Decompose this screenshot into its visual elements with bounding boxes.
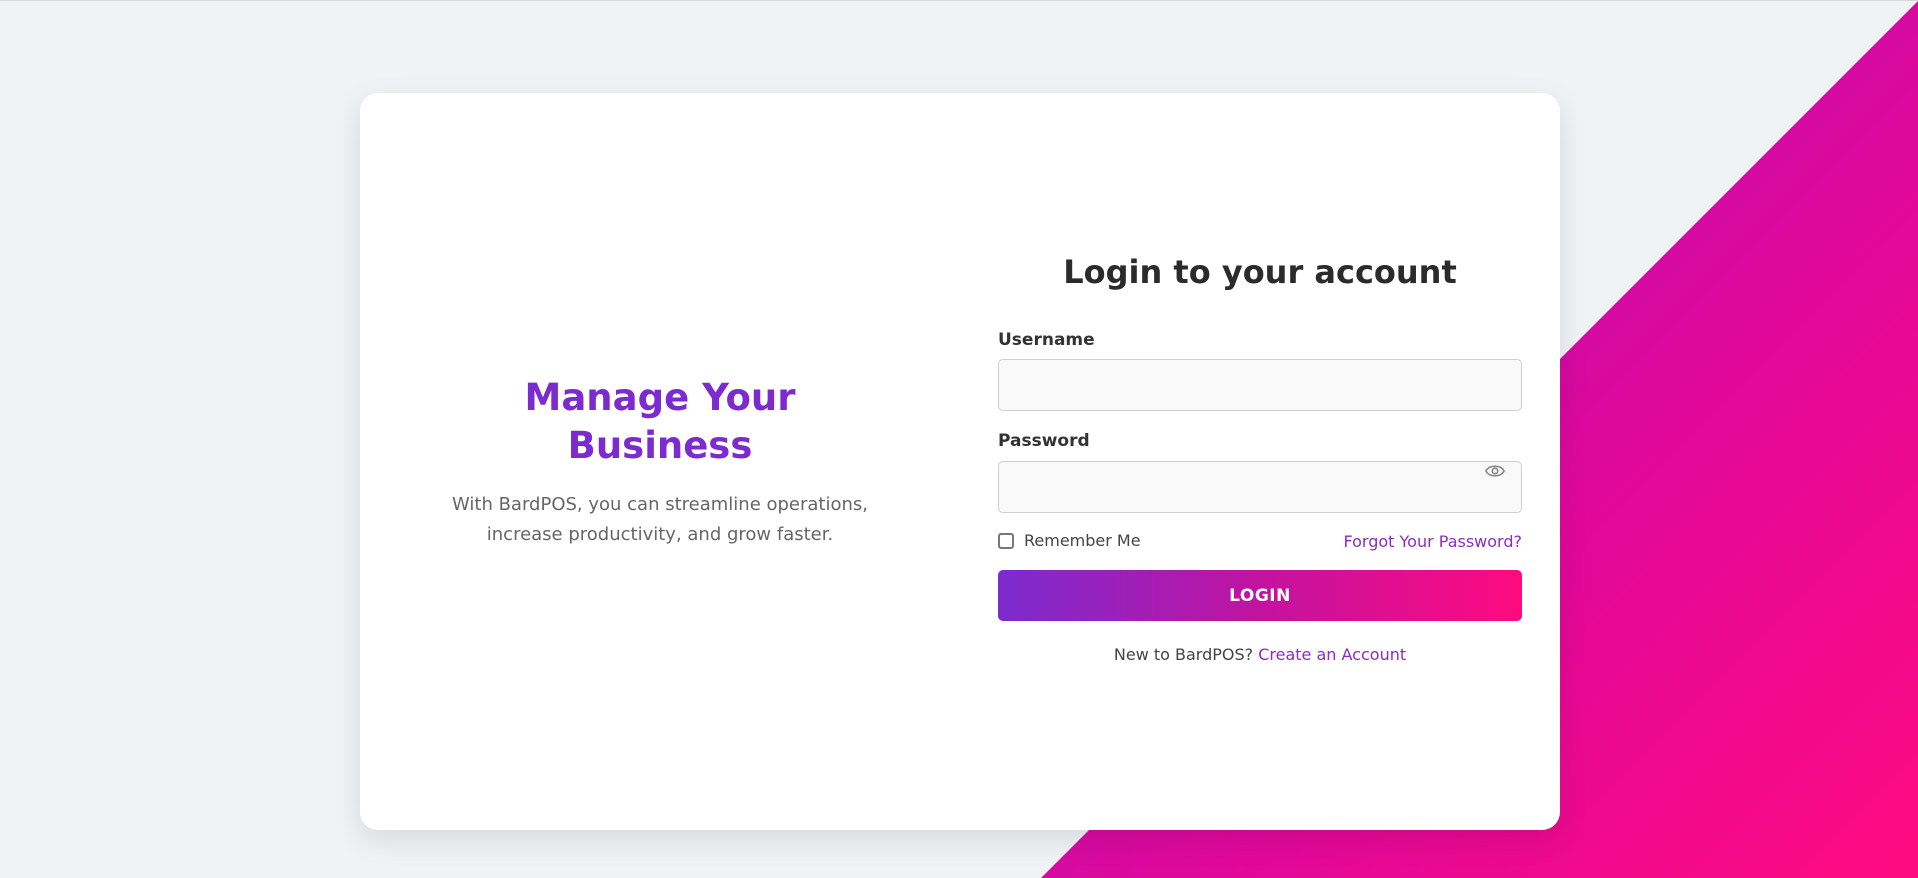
forgot-password-link[interactable]: Forgot Your Password? — [1344, 532, 1523, 551]
signup-row: New to BardPOS? Create an Account — [998, 645, 1522, 664]
password-input[interactable] — [998, 461, 1522, 513]
login-page: Manage Your Business With BardPOS, you c… — [0, 0, 1918, 878]
create-account-link[interactable]: Create an Account — [1258, 645, 1406, 664]
hero-title: Manage Your Business — [524, 375, 796, 467]
remember-me-checkbox[interactable] — [998, 532, 1014, 549]
hero-panel: Manage Your Business With BardPOS, you c… — [360, 93, 960, 830]
remember-me-label[interactable]: Remember Me — [1024, 531, 1141, 550]
signup-prompt: New to BardPOS? — [1113, 645, 1254, 664]
username-label: Username — [998, 330, 1095, 350]
hero-description: With BardPOS, you can streamline operati… — [451, 493, 869, 545]
login-card: Manage Your Business With BardPOS, you c… — [360, 93, 1560, 830]
login-form: Login to your account Username Password … — [998, 93, 1522, 830]
form-title: Login to your account — [1063, 253, 1457, 291]
eye-icon[interactable] — [1484, 461, 1508, 481]
login-button[interactable]: LOGIN — [998, 570, 1522, 621]
remember-me-row: Remember Me — [998, 531, 1141, 550]
password-label: Password — [998, 431, 1090, 451]
username-input[interactable] — [998, 359, 1522, 411]
